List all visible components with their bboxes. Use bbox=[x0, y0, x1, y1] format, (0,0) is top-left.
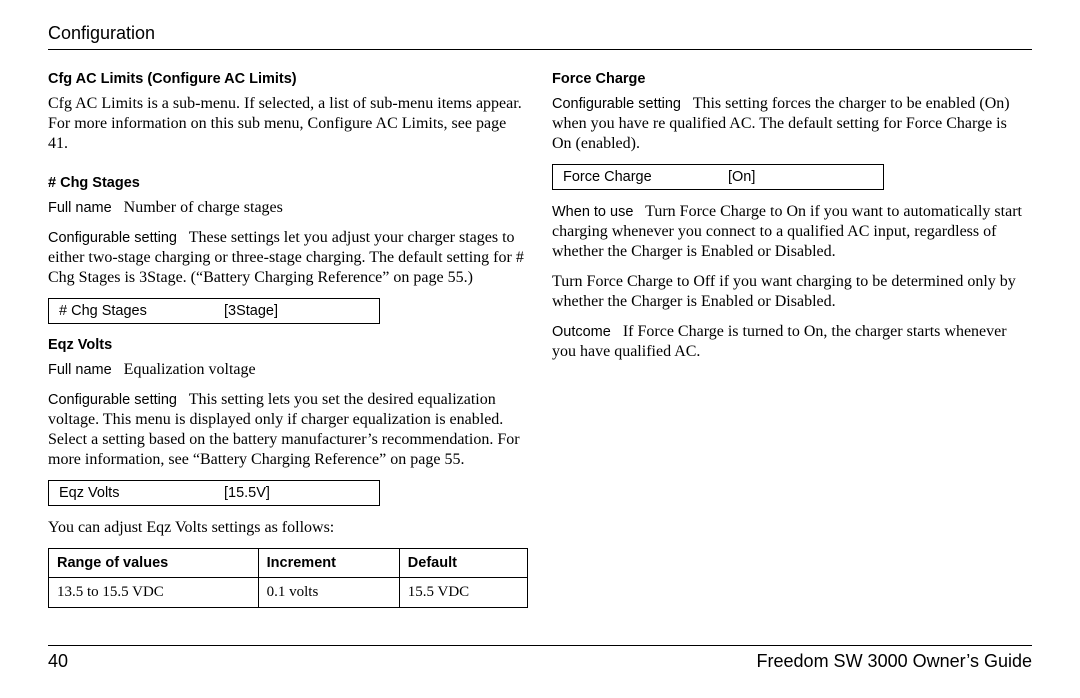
range-header-increment: Increment bbox=[258, 549, 399, 578]
full-name-value: Number of charge stages bbox=[124, 199, 283, 216]
range-cell-default: 15.5 VDC bbox=[399, 578, 527, 608]
chg-stages-heading: # Chg Stages bbox=[48, 174, 524, 192]
full-name-label: Full name bbox=[48, 362, 112, 378]
eqz-configurable: Configurable setting This setting lets y… bbox=[48, 390, 524, 470]
full-name-label: Full name bbox=[48, 200, 112, 216]
force-charge-value-box: Force Charge [On] bbox=[552, 164, 884, 190]
lcd-value: [3Stage] bbox=[224, 302, 278, 320]
force-charge-when-to-use-2: Turn Force Charge to Off if you want cha… bbox=[552, 272, 1028, 312]
column-left: Cfg AC Limits (Configure AC Limits) Cfg … bbox=[48, 64, 524, 609]
range-header-range: Range of values bbox=[49, 549, 259, 578]
when-to-use-label: When to use bbox=[552, 204, 633, 220]
configurable-setting-label: Configurable setting bbox=[552, 96, 681, 112]
eqz-volts-value-box: Eqz Volts [15.5V] bbox=[48, 480, 380, 506]
range-cell-increment: 0.1 volts bbox=[258, 578, 399, 608]
force-charge-configurable: Configurable setting This setting forces… bbox=[552, 94, 1028, 154]
range-cell-range: 13.5 to 15.5 VDC bbox=[49, 578, 259, 608]
lcd-label: Force Charge bbox=[563, 168, 728, 186]
eqz-adjust-note: You can adjust Eqz Volts settings as fol… bbox=[48, 518, 524, 538]
force-charge-heading: Force Charge bbox=[552, 70, 1028, 88]
chg-stages-fullname: Full name Number of charge stages bbox=[48, 198, 524, 218]
eqz-volts-heading: Eqz Volts bbox=[48, 336, 524, 354]
eqz-fullname: Full name Equalization voltage bbox=[48, 360, 524, 380]
lcd-label: # Chg Stages bbox=[59, 302, 224, 320]
column-right: Force Charge Configurable setting This s… bbox=[552, 64, 1028, 609]
lcd-value: [On] bbox=[728, 168, 755, 186]
outcome-body: If Force Charge is turned to On, the cha… bbox=[552, 323, 1007, 360]
chg-stages-value-box: # Chg Stages [3Stage] bbox=[48, 298, 380, 324]
configurable-setting-label: Configurable setting bbox=[48, 230, 177, 246]
page-header: Configuration bbox=[48, 22, 1032, 50]
chg-stages-configurable: Configurable setting These settings let … bbox=[48, 228, 524, 288]
range-header-default: Default bbox=[399, 549, 527, 578]
outcome-label: Outcome bbox=[552, 324, 611, 340]
lcd-label: Eqz Volts bbox=[59, 484, 224, 502]
cfg-ac-limits-body: Cfg AC Limits is a sub-menu. If selected… bbox=[48, 94, 524, 154]
cfg-ac-limits-heading: Cfg AC Limits (Configure AC Limits) bbox=[48, 70, 524, 88]
page-number: 40 bbox=[48, 650, 68, 673]
configurable-setting-label: Configurable setting bbox=[48, 392, 177, 408]
eqz-range-table: Range of values Increment Default 13.5 t… bbox=[48, 548, 528, 608]
page-footer: 40 Freedom SW 3000 Owner’s Guide bbox=[48, 645, 1032, 673]
full-name-value: Equalization voltage bbox=[124, 361, 256, 378]
book-title: Freedom SW 3000 Owner’s Guide bbox=[757, 650, 1032, 673]
lcd-value: [15.5V] bbox=[224, 484, 270, 502]
force-charge-outcome: Outcome If Force Charge is turned to On,… bbox=[552, 322, 1028, 362]
force-charge-when-to-use-1: When to use Turn Force Charge to On if y… bbox=[552, 202, 1028, 262]
